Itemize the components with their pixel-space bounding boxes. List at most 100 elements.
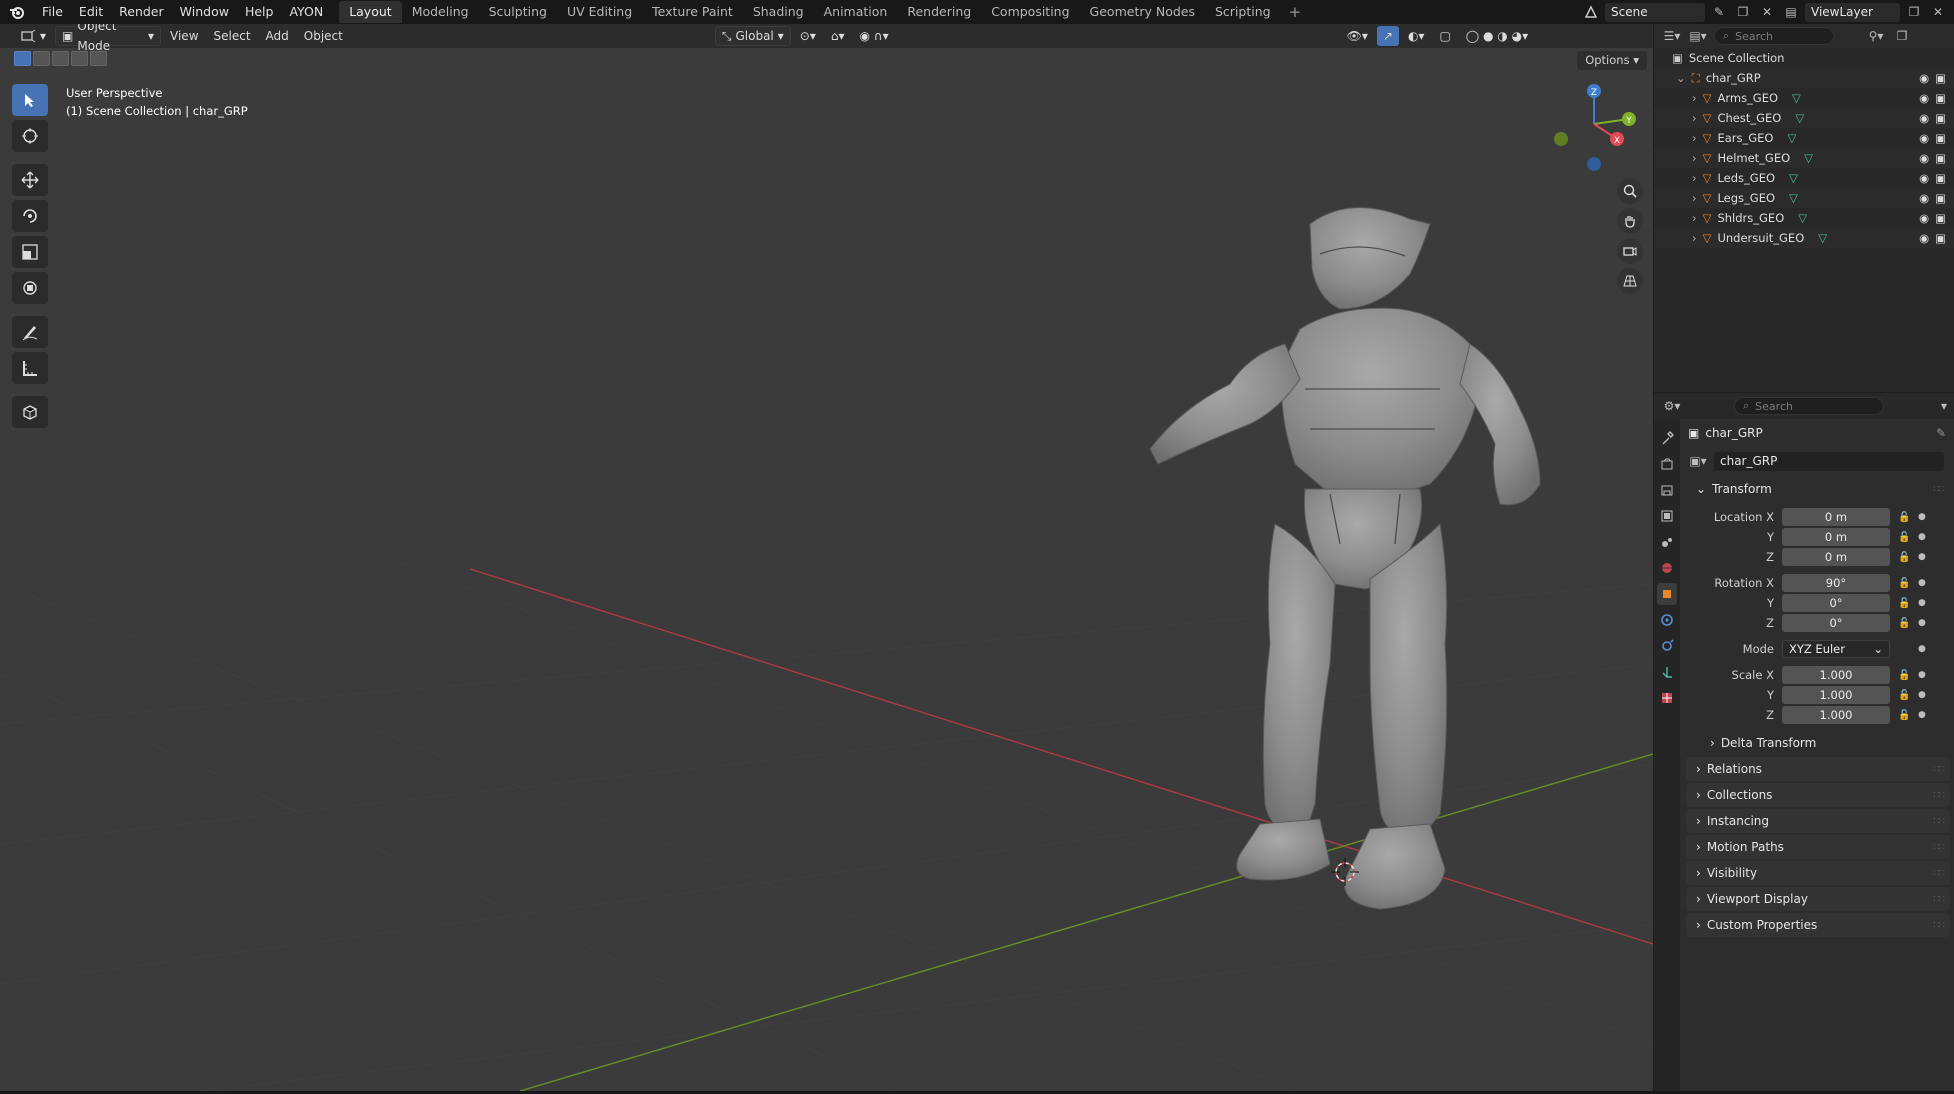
panel-instancing[interactable]: › Instancing ∷∷ bbox=[1686, 809, 1950, 833]
object-browse-icon[interactable]: ▣▾ bbox=[1688, 452, 1708, 471]
camera-icon[interactable]: ▣ bbox=[1935, 191, 1946, 205]
panel-header[interactable]: › Viewport Display ∷∷ bbox=[1686, 887, 1950, 911]
overlay-icon[interactable]: ◐▾ bbox=[1402, 26, 1431, 46]
camera-icon[interactable]: ▣ bbox=[1935, 71, 1946, 85]
object-name-field[interactable]: char_GRP bbox=[1714, 451, 1944, 471]
visibility-icon[interactable]: 👁▾ bbox=[1341, 26, 1374, 46]
scale-tool-icon[interactable] bbox=[12, 236, 48, 268]
camera-icon[interactable]: ▣ bbox=[1935, 131, 1946, 145]
tab-rendering[interactable]: Rendering bbox=[897, 1, 981, 23]
zoom-icon[interactable] bbox=[1617, 178, 1643, 204]
location-x-field[interactable]: 0 m bbox=[1782, 508, 1890, 526]
chevron-down-icon[interactable]: ▾ bbox=[1934, 397, 1954, 416]
proportional-edit-icon[interactable]: ◉ ∩▾ bbox=[854, 26, 895, 46]
mesh-data-icon[interactable]: ▽ bbox=[1818, 231, 1827, 245]
transform-tool-icon[interactable] bbox=[12, 272, 48, 304]
chevron-down-icon[interactable]: ⌄ bbox=[1676, 71, 1686, 85]
tab-animation[interactable]: Animation bbox=[814, 1, 898, 23]
menu-window[interactable]: Window bbox=[172, 0, 237, 24]
select-new-icon[interactable] bbox=[14, 51, 31, 66]
shading-modes[interactable]: ◯ ● ◑ ◕▾ bbox=[1460, 26, 1534, 46]
chevron-right-icon[interactable]: › bbox=[1692, 151, 1697, 165]
panel-header[interactable]: › Instancing ∷∷ bbox=[1686, 809, 1950, 833]
rotate-tool-icon[interactable] bbox=[12, 200, 48, 232]
drag-handle-icon[interactable]: ∷∷ bbox=[1933, 868, 1945, 879]
mesh-data-icon[interactable]: ▽ bbox=[1787, 131, 1796, 145]
select-invert-icon[interactable] bbox=[71, 51, 88, 66]
outliner-item[interactable]: › ▽ Chest_GEO ▽ ◉ ▣ bbox=[1654, 108, 1954, 128]
properties-search-input[interactable]: ⌕ Search bbox=[1734, 397, 1884, 415]
panel-viewport-display[interactable]: › Viewport Display ∷∷ bbox=[1686, 887, 1950, 911]
pan-hand-icon[interactable] bbox=[1617, 208, 1643, 234]
view-layer-tab-icon[interactable] bbox=[1657, 505, 1677, 527]
chevron-right-icon[interactable]: › bbox=[1692, 171, 1697, 185]
location-y-field[interactable]: 0 m bbox=[1782, 528, 1890, 546]
outliner-search-input[interactable]: ⌕ Search bbox=[1714, 27, 1834, 45]
tab-texture-paint[interactable]: Texture Paint bbox=[642, 1, 743, 23]
keyframe-dot-icon[interactable]: ● bbox=[1918, 670, 1926, 680]
eye-icon[interactable]: ◉ bbox=[1919, 151, 1929, 165]
properties-editor-type-icon[interactable]: ⚙▾ bbox=[1662, 397, 1682, 416]
panel-header[interactable]: › Visibility ∷∷ bbox=[1686, 861, 1950, 885]
chevron-right-icon[interactable]: › bbox=[1692, 111, 1697, 125]
view-layer-icon[interactable]: ▤ bbox=[1781, 3, 1801, 22]
cursor-tool-icon[interactable] bbox=[12, 120, 48, 152]
outliner-item[interactable]: › ▽ Shldrs_GEO ▽ ◉ ▣ bbox=[1654, 208, 1954, 228]
keyframe-dot-icon[interactable]: ● bbox=[1918, 532, 1926, 542]
new-scene-icon[interactable]: ❐ bbox=[1733, 3, 1753, 22]
scale-y-field[interactable]: 1.000 bbox=[1782, 686, 1890, 704]
camera-icon[interactable]: ▣ bbox=[1935, 111, 1946, 125]
eye-icon[interactable]: ◉ bbox=[1919, 231, 1929, 245]
object-menu[interactable]: Object bbox=[298, 26, 349, 46]
output-tab-icon[interactable] bbox=[1657, 479, 1677, 501]
navigation-gizmo[interactable]: Z Y X bbox=[1549, 79, 1639, 179]
camera-icon[interactable]: ▣ bbox=[1935, 211, 1946, 225]
options-button[interactable]: Options ▾ bbox=[1577, 51, 1647, 70]
pivot-point-icon[interactable]: ⊙▾ bbox=[794, 26, 822, 46]
menu-help[interactable]: Help bbox=[237, 0, 282, 24]
outliner-item[interactable]: › ▽ Ears_GEO ▽ ◉ ▣ bbox=[1654, 128, 1954, 148]
panel-header[interactable]: › Collections ∷∷ bbox=[1686, 783, 1950, 807]
keyframe-dot-icon[interactable]: ● bbox=[1918, 578, 1926, 588]
panel-header[interactable]: › Motion Paths ∷∷ bbox=[1686, 835, 1950, 859]
scene-icon[interactable] bbox=[1581, 3, 1601, 22]
keyframe-dot-icon[interactable]: ● bbox=[1918, 618, 1926, 628]
menu-render[interactable]: Render bbox=[111, 0, 172, 24]
rotation-y-field[interactable]: 0° bbox=[1782, 594, 1890, 612]
mesh-data-icon[interactable]: ▽ bbox=[1798, 211, 1807, 225]
scene-field[interactable]: Scene bbox=[1605, 2, 1705, 22]
drag-handle-icon[interactable]: ∷∷ bbox=[1933, 842, 1945, 853]
constraints-tab-icon[interactable] bbox=[1657, 661, 1677, 683]
mesh-data-icon[interactable]: ▽ bbox=[1792, 91, 1801, 105]
group-row[interactable]: ⌄ ⛶ char_GRP ◉ ▣ bbox=[1654, 68, 1954, 88]
panel-custom-properties[interactable]: › Custom Properties ∷∷ bbox=[1686, 913, 1950, 937]
new-view-layer-icon[interactable]: ❐ bbox=[1904, 3, 1924, 22]
mesh-data-icon[interactable]: ▽ bbox=[1795, 111, 1804, 125]
select-menu[interactable]: Select bbox=[208, 26, 257, 46]
select-box-tool-icon[interactable] bbox=[12, 84, 48, 116]
display-mode-icon[interactable]: ▤▾ bbox=[1688, 27, 1708, 46]
lock-icon[interactable]: 🔓 bbox=[1898, 710, 1914, 721]
select-extend-icon[interactable] bbox=[33, 51, 50, 66]
scene-tab-icon[interactable] bbox=[1657, 531, 1677, 553]
panel-motion-paths[interactable]: › Motion Paths ∷∷ bbox=[1686, 835, 1950, 859]
lock-icon[interactable]: 🔓 bbox=[1898, 690, 1914, 701]
rotation-x-field[interactable]: 90° bbox=[1782, 574, 1890, 592]
outliner-item[interactable]: › ▽ Undersuit_GEO ▽ ◉ ▣ bbox=[1654, 228, 1954, 248]
keyframe-dot-icon[interactable]: ● bbox=[1918, 512, 1926, 522]
texture-tab-icon[interactable] bbox=[1657, 687, 1677, 709]
transform-orientation-dropdown[interactable]: ⤡ Global ▾ bbox=[714, 26, 791, 46]
panel-header[interactable]: › Custom Properties ∷∷ bbox=[1686, 913, 1950, 937]
move-tool-icon[interactable] bbox=[12, 164, 48, 196]
blender-logo-icon[interactable] bbox=[0, 0, 34, 24]
tab-layout[interactable]: Layout bbox=[339, 1, 402, 23]
keyframe-dot-icon[interactable]: ● bbox=[1918, 552, 1926, 562]
keyframe-dot-icon[interactable]: ● bbox=[1918, 710, 1926, 720]
physics-tab-icon[interactable] bbox=[1657, 635, 1677, 657]
rotation-z-field[interactable]: 0° bbox=[1782, 614, 1890, 632]
tab-modeling[interactable]: Modeling bbox=[402, 1, 479, 23]
tool-tab-icon[interactable] bbox=[1657, 427, 1677, 449]
panel-visibility[interactable]: › Visibility ∷∷ bbox=[1686, 861, 1950, 885]
lock-icon[interactable]: 🔓 bbox=[1898, 552, 1914, 563]
new-collection-icon[interactable]: ❐ bbox=[1892, 27, 1912, 46]
